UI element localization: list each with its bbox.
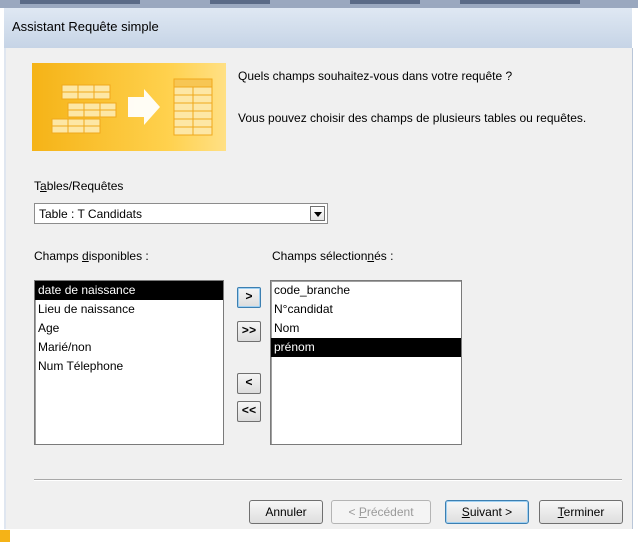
list-item[interactable]: N°candidat [271,300,461,319]
title-bar[interactable]: Assistant Requête simple [4,8,632,49]
list-item[interactable]: prénom [271,338,461,357]
selected-fields-list[interactable]: code_branche N°candidat Nom prénom [270,280,462,445]
add-all-fields-button[interactable]: >> [237,321,261,342]
list-item[interactable]: Lieu de naissance [35,300,223,319]
list-item[interactable]: Marié/non [35,338,223,357]
chevron-down-icon[interactable] [310,206,325,221]
wizard-question: Quels champs souhaitez-vous dans votre r… [238,69,513,83]
wizard-hint: Vous pouvez choisir des champs de plusie… [238,111,587,125]
list-item[interactable]: code_branche [271,281,461,300]
window-title: Assistant Requête simple [12,19,159,34]
tables-queries-dropdown[interactable]: Table : T Candidats [34,203,328,224]
wizard-illustration-icon [32,63,226,151]
taskbar-corner-icon [0,530,10,542]
list-item[interactable]: Num Télephone [35,357,223,376]
list-item[interactable]: date de naissance [35,281,223,300]
next-button[interactable]: Suivant > [445,500,529,524]
available-fields-label: Champs disponibles : [34,249,149,263]
back-button[interactable]: < Précédent [331,500,431,524]
list-item[interactable]: Nom [271,319,461,338]
remove-field-button[interactable]: < [237,373,261,394]
divider [34,479,622,481]
finish-button[interactable]: Terminer [539,500,623,524]
tables-queries-value: Table : T Candidats [39,207,142,221]
simple-query-wizard-dialog: Quels champs souhaitez-vous dans votre r… [4,48,633,529]
selected-fields-label: Champs sélectionnés : [272,249,394,263]
cancel-button[interactable]: Annuler [249,500,323,524]
add-field-button[interactable]: > [237,287,261,308]
background-window-strip [0,0,638,8]
list-item[interactable]: Age [35,319,223,338]
remove-all-fields-button[interactable]: << [237,401,261,422]
tables-queries-label: Tables/Requêtes [34,179,124,193]
available-fields-list[interactable]: date de naissance Lieu de naissance Age … [34,280,224,445]
